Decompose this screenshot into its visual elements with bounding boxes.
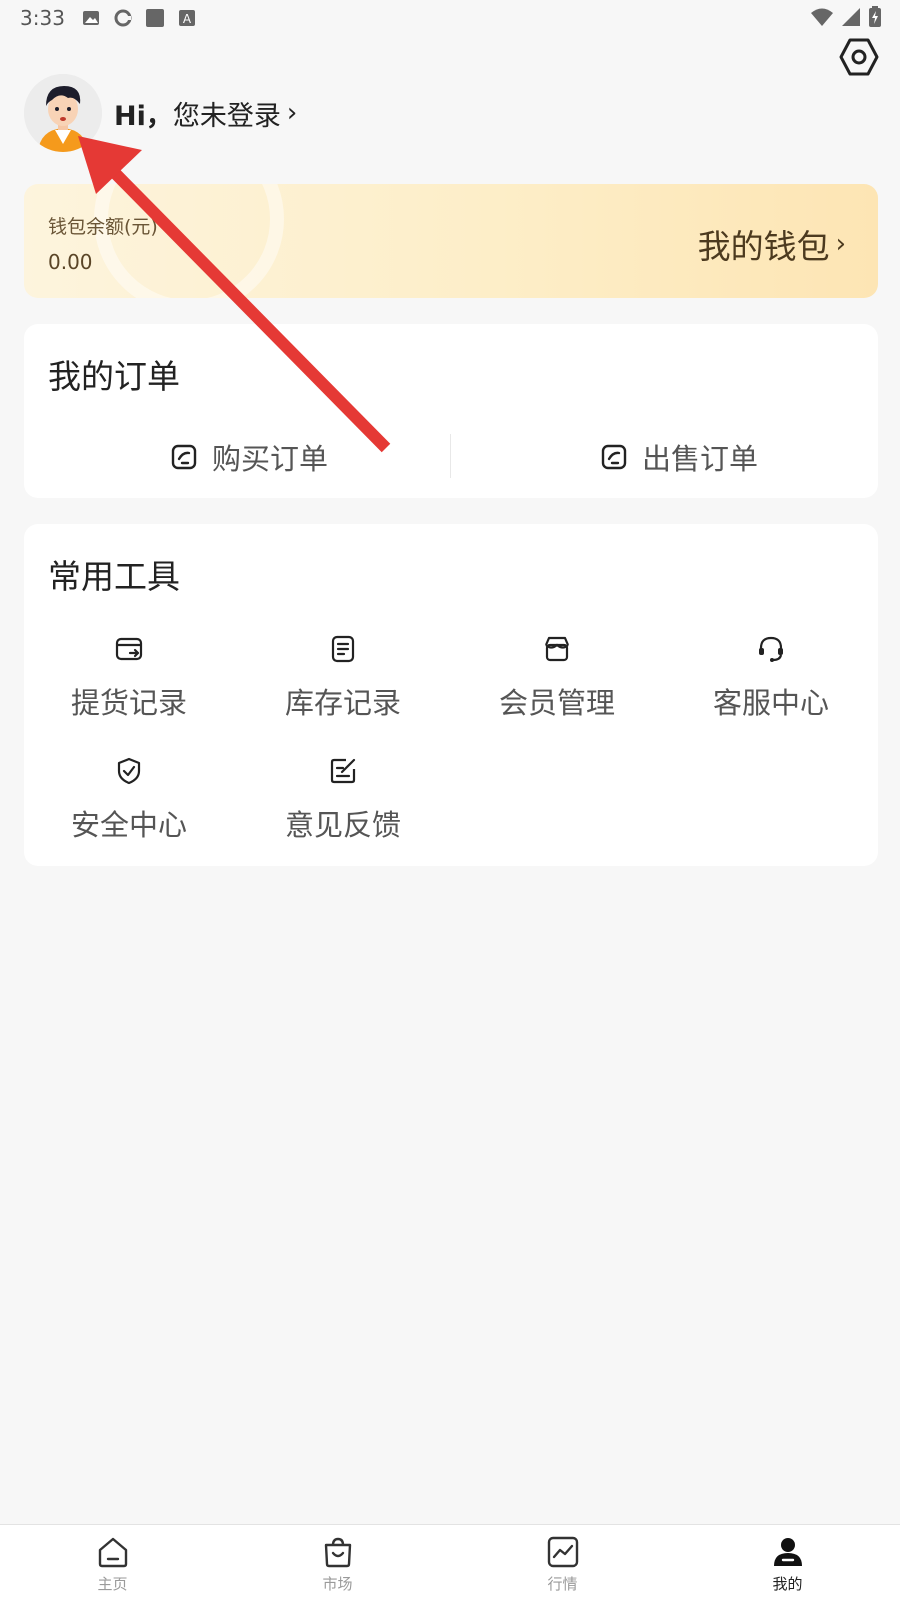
tool-label: 提货记录 xyxy=(70,686,187,720)
tools-title: 常用工具 xyxy=(48,557,180,596)
tool-inventory-records[interactable]: 库存记录 xyxy=(248,634,438,722)
tab-label: 市场 xyxy=(322,1575,353,1593)
my-wallet-label: 我的钱包 xyxy=(697,227,830,266)
tool-member-management[interactable]: 会员管理 xyxy=(462,634,652,722)
settings-icon xyxy=(839,38,879,76)
wallet-card[interactable]: 钱包余额(元) 0.00 我的钱包 › xyxy=(24,184,878,298)
battery-icon xyxy=(869,6,881,27)
tool-label: 意见反馈 xyxy=(284,808,401,842)
status-time: 3:33 xyxy=(20,6,65,30)
sell-orders-label: 出售订单 xyxy=(642,442,759,476)
chevron-right-icon: › xyxy=(835,229,846,259)
tab-label: 主页 xyxy=(97,1575,128,1593)
tool-security-center[interactable]: 安全中心 xyxy=(34,756,224,844)
sync-icon xyxy=(114,9,132,27)
tools-card: 常用工具 提货记录 库存记录 会员管理 客服中心 安全中心 意见反馈 xyxy=(24,524,878,866)
status-indicators xyxy=(810,6,882,28)
greeting-hi: Hi， xyxy=(114,100,173,132)
edit-icon xyxy=(330,758,356,784)
greeting-text: 您未登录 xyxy=(172,100,281,132)
delivery-icon xyxy=(115,637,143,661)
orders-divider xyxy=(450,434,451,478)
orders-card: 我的订单 购买订单 出售订单 xyxy=(24,324,878,498)
tab-market[interactable]: 市场 xyxy=(225,1525,450,1600)
buy-orders-button[interactable]: 购买订单 xyxy=(170,434,328,480)
tool-label: 安全中心 xyxy=(70,808,187,842)
tab-home[interactable]: 主页 xyxy=(0,1525,225,1600)
wifi-icon xyxy=(811,8,833,26)
tool-label: 会员管理 xyxy=(498,686,615,720)
store-icon xyxy=(544,636,570,662)
app-square-icon xyxy=(145,9,164,27)
tab-label: 行情 xyxy=(547,1575,578,1593)
order-note-icon xyxy=(601,444,627,470)
wallet-balance-label: 钱包余额(元) xyxy=(48,216,158,238)
wallet-balance-value: 0.00 xyxy=(48,250,93,274)
tool-delivery-records[interactable]: 提货记录 xyxy=(34,634,224,722)
tab-mine[interactable]: 我的 xyxy=(675,1525,900,1600)
chevron-right-icon: › xyxy=(286,98,298,128)
tool-customer-service[interactable]: 客服中心 xyxy=(676,634,866,722)
bottom-tab-bar: 主页 市场 行情 我的 xyxy=(0,1524,900,1600)
svg-text:A: A xyxy=(183,12,192,26)
shield-icon xyxy=(117,757,141,785)
tool-label: 客服中心 xyxy=(712,686,829,720)
chart-icon xyxy=(547,1536,578,1568)
sell-orders-button[interactable]: 出售订单 xyxy=(600,434,758,480)
status-bar: 3:33 A xyxy=(0,0,900,36)
tool-label: 库存记录 xyxy=(284,686,401,720)
avatar[interactable] xyxy=(24,74,102,152)
orders-title: 我的订单 xyxy=(48,357,180,396)
settings-button[interactable] xyxy=(838,36,880,78)
signal-icon xyxy=(842,8,860,26)
buy-orders-label: 购买订单 xyxy=(212,442,329,476)
user-icon xyxy=(773,1538,802,1566)
my-wallet-link[interactable]: 我的钱包 › xyxy=(698,220,846,268)
headset-icon xyxy=(759,636,783,662)
tab-label: 我的 xyxy=(772,1575,803,1593)
profile-header[interactable]: Hi， 您未登录 › xyxy=(24,74,297,152)
order-note-icon xyxy=(171,444,197,470)
avatar-illustration xyxy=(24,74,102,152)
tool-feedback[interactable]: 意见反馈 xyxy=(248,756,438,844)
gallery-icon xyxy=(82,11,99,25)
document-icon xyxy=(331,635,355,663)
home-icon xyxy=(98,1537,127,1568)
login-prompt[interactable]: Hi， 您未登录 › xyxy=(114,94,297,133)
tab-quotes[interactable]: 行情 xyxy=(450,1525,675,1600)
bag-icon xyxy=(324,1537,351,1568)
text-a-icon: A xyxy=(178,10,195,26)
wallet-watermark xyxy=(94,184,284,298)
